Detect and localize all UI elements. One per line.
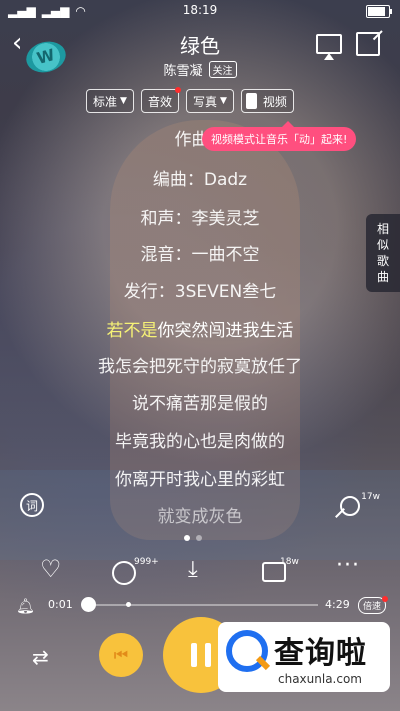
lyric-line: 和声：李美灵芝 [140,209,260,229]
previous-button[interactable]: ⏮︎ [99,633,143,677]
lyric-line: 毕竟我的心也是肉做的 [115,432,285,452]
speed-label: 倍速 [363,602,382,612]
sound-effect-button[interactable]: 音效 [140,87,181,113]
lyric-sung-part: 若不是 [106,321,158,341]
progress-knob[interactable] [81,597,96,612]
watermark-text: 查询啦 [274,636,367,671]
lyric-line: 说不痛苦那是假的 [132,394,268,414]
alarm-bell-icon[interactable]: 🔔︎ [16,597,35,615]
battery-icon [366,5,392,18]
mode-chips: 标准 ▼ 音效 写真 ▼ 视频 [86,87,294,113]
action-row: ♡ 999+ ⤓ 18w ··· [0,553,400,587]
share-icon[interactable] [356,32,380,56]
mic-count: 17w [361,492,380,502]
video-label: 视频 [262,94,287,109]
more-icon[interactable]: ··· [336,553,360,578]
lyric-current-line: 若不是你突然闯进我生活 [0,316,400,341]
quality-label: 标准 [93,94,118,109]
comment-count: 999+ [134,557,159,567]
chevron-down-icon: ▼ [120,96,127,106]
lyric-rest-part: 你突然闯进我生活 [157,321,294,341]
quality-select[interactable]: 标准 ▼ [86,89,134,113]
effect-label: 音效 [147,94,172,109]
lyric-line: 你离开时我心里的彩虹 [115,470,285,490]
page-indicator [184,535,202,541]
comment-icon[interactable] [112,561,136,585]
heart-icon[interactable]: ♡ [40,557,62,581]
speed-button[interactable]: 倍速 [358,596,389,614]
page-dot-active [184,535,190,541]
side-tab-char: 歌 [376,254,389,268]
cast-icon[interactable] [316,34,342,60]
message-count: 18w [280,557,299,567]
pause-icon [191,643,197,667]
lyric-line: 编曲：Dadz [152,170,248,190]
similar-songs-tab[interactable]: 相 似 歌 曲 [366,214,400,292]
lyric-line: 我怎会把死守的寂寞放任了 [98,357,302,377]
side-tab-char: 曲 [376,270,389,284]
artist-row: 陈雪凝 关注 [0,60,400,79]
photo-select[interactable]: 写真 ▼ [185,89,234,113]
artist-name[interactable]: 陈雪凝 [163,60,202,79]
buffer-marker [126,602,131,607]
lyric-line: 混音：一曲不空 [140,245,260,265]
lyric-line: 发行：3SEVEN叁七 [123,282,277,302]
status-time: 18:19 [182,3,218,17]
watermark: 查询啦 chaxunla.com [218,622,390,692]
karaoke-mic-icon[interactable] [340,496,360,516]
chevron-down-icon: ▼ [219,96,227,106]
progress-track[interactable] [88,604,318,606]
side-tab-char: 似 [376,238,389,252]
total-time: 4:29 [325,598,350,611]
notification-dot [382,596,389,602]
side-tab-char: 相 [376,222,389,236]
watermark-logo-icon [226,630,268,672]
status-bar: ▂▄▆ ▂▄▆ ◠ 18:19 [0,0,400,22]
previous-icon: ⏮︎ [113,645,129,664]
pause-icon [205,643,211,667]
video-mode-button[interactable]: 视频 [240,89,294,113]
page-dot [196,535,202,541]
phone-icon [245,93,257,109]
notification-dot [174,87,181,93]
download-icon[interactable]: ⤓ [188,557,198,582]
lyrics-toggle-icon[interactable]: 词 [20,493,44,517]
photo-label: 写真 [192,94,217,109]
video-mode-tooltip[interactable]: 视频模式让音乐「动」起来! [202,121,357,151]
current-time: 0:01 [48,598,73,611]
follow-button[interactable]: 关注 [208,61,237,78]
play-mode-icon[interactable]: ⇄ [32,645,49,669]
watermark-url: chaxunla.com [278,672,362,686]
